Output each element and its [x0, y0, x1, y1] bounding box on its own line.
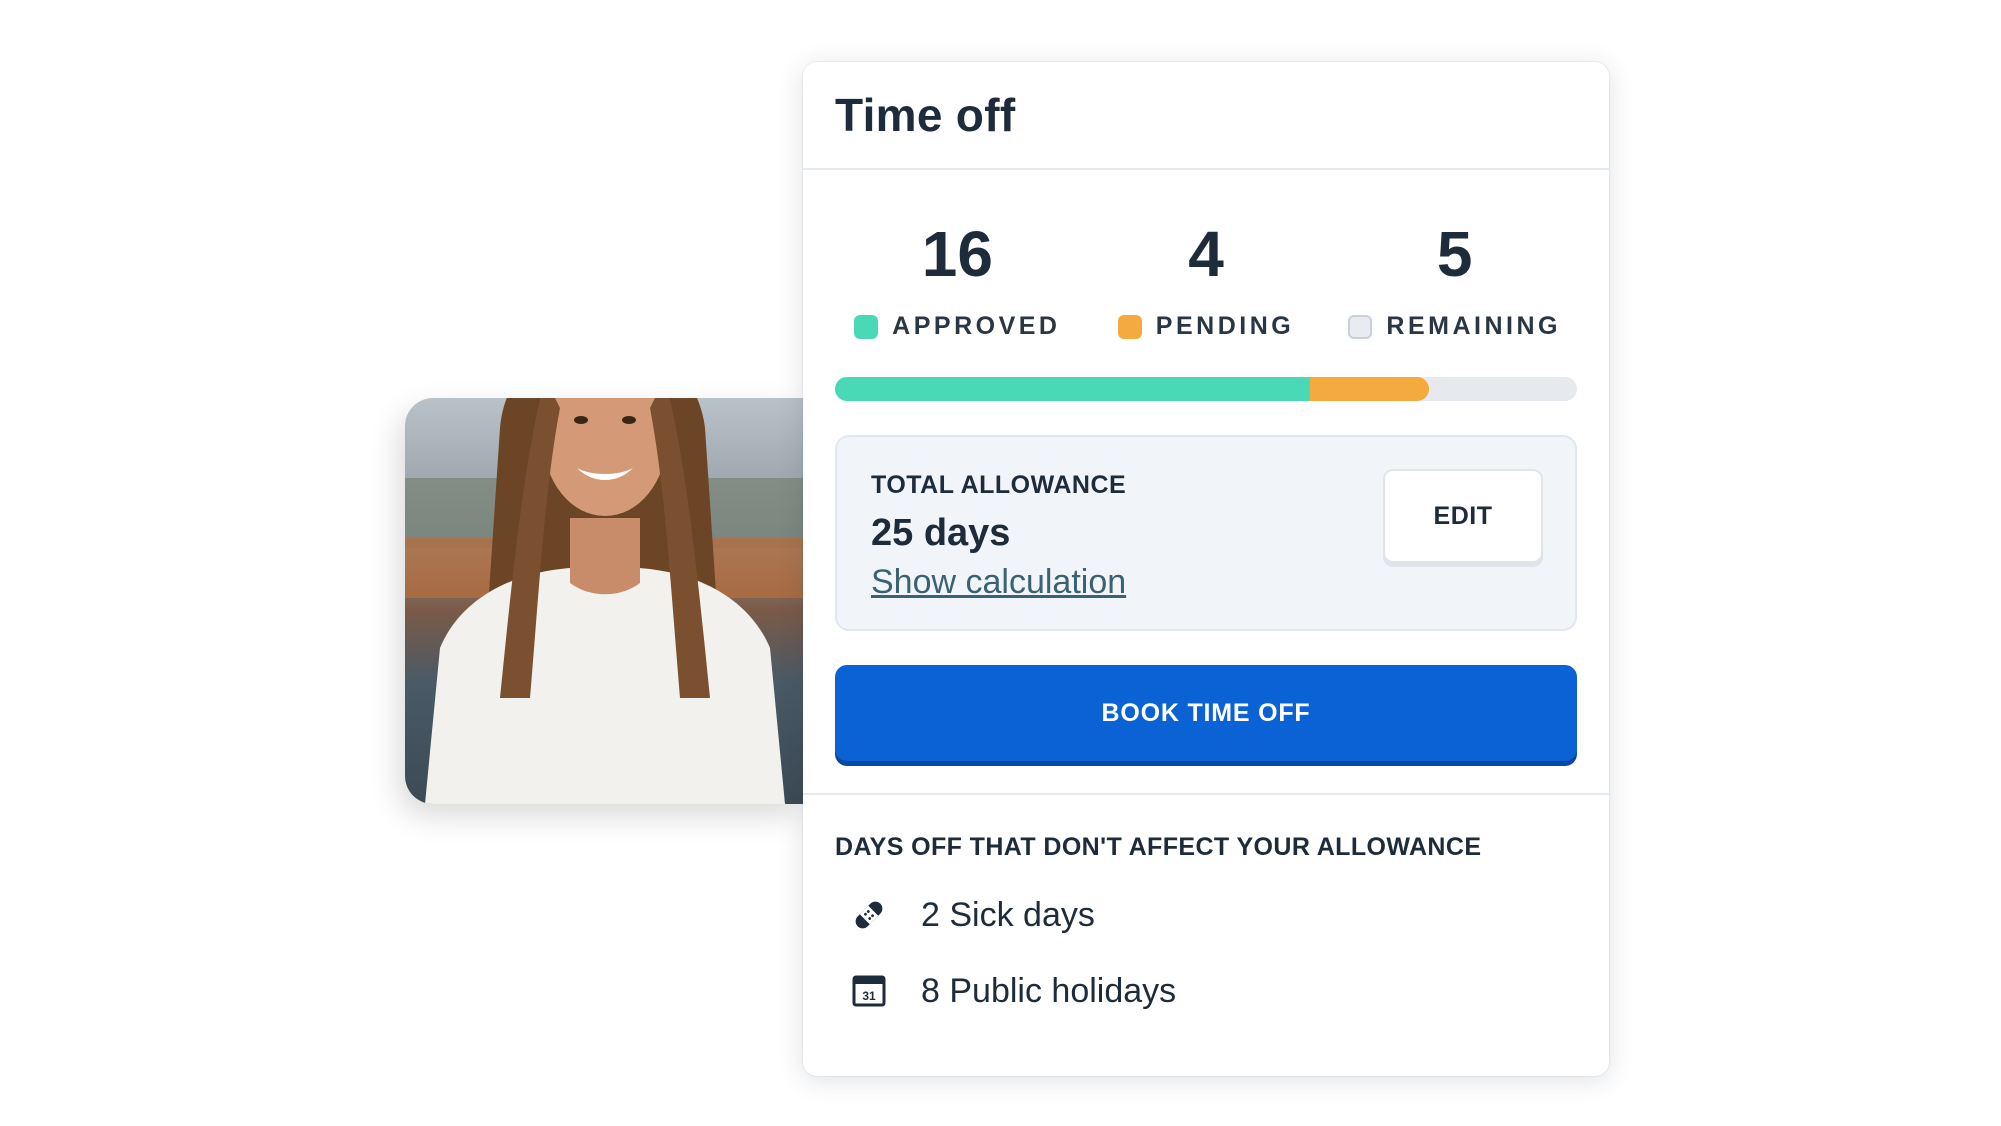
bandage-icon: [855, 901, 883, 929]
profile-photo: [405, 398, 803, 804]
days-off-section: DAYS OFF THAT DON'T AFFECT YOUR ALLOWANC…: [803, 795, 1609, 1014]
allowance-progress-bar: [835, 377, 1577, 401]
remaining-count: 5: [1436, 218, 1473, 290]
calendar-icon: 31: [852, 975, 886, 1007]
pending-count: 4: [1188, 218, 1224, 290]
card-title: Time off: [835, 89, 1016, 141]
approved-legend-swatch: [854, 314, 879, 339]
person-illustration: [425, 398, 785, 804]
stat-remaining: 5 REMAINING: [1330, 222, 1579, 341]
approved-label: APPROVED: [854, 312, 1060, 341]
pending-legend-swatch: [1117, 314, 1142, 339]
stats-row: 16 APPROVED 4 PENDING 5 REMAINING: [803, 222, 1609, 341]
sick-days-text: 2 Sick days: [921, 895, 1095, 934]
calendar-icon-number: 31: [862, 989, 876, 1003]
time-off-card: Time off 16 APPROVED 4 PENDING 5 REMAINI…: [803, 62, 1609, 1076]
public-holidays-text: 8 Public holidays: [921, 971, 1177, 1010]
list-item-public-holidays: 31 8 Public holidays: [835, 968, 1577, 1014]
edit-allowance-button[interactable]: EDIT: [1383, 469, 1543, 563]
remaining-label-text: REMAINING: [1386, 312, 1561, 340]
days-off-title: DAYS OFF THAT DON'T AFFECT YOUR ALLOWANC…: [835, 833, 1482, 861]
approved-count: 16: [921, 218, 993, 290]
book-time-off-button[interactable]: BOOK TIME OFF: [835, 665, 1577, 761]
pending-label-text: PENDING: [1155, 312, 1295, 340]
total-allowance-box: TOTAL ALLOWANCE 25 days Show calculation…: [835, 435, 1577, 631]
list-item-sick-days: 2 Sick days: [835, 892, 1577, 938]
pending-label: PENDING: [1117, 312, 1295, 341]
show-calculation-link[interactable]: Show calculation: [871, 563, 1126, 602]
stat-approved: 16 APPROVED: [833, 222, 1082, 341]
progress-pending-segment: [1309, 377, 1429, 401]
progress-approved-segment: [835, 377, 1310, 401]
stage: Time off 16 APPROVED 4 PENDING 5 REMAINI…: [0, 0, 2001, 1126]
approved-label-text: APPROVED: [892, 312, 1061, 340]
remaining-label: REMAINING: [1348, 312, 1561, 341]
card-header: Time off: [803, 62, 1609, 170]
remaining-legend-swatch: [1348, 314, 1373, 339]
stat-pending: 4 PENDING: [1082, 222, 1331, 341]
